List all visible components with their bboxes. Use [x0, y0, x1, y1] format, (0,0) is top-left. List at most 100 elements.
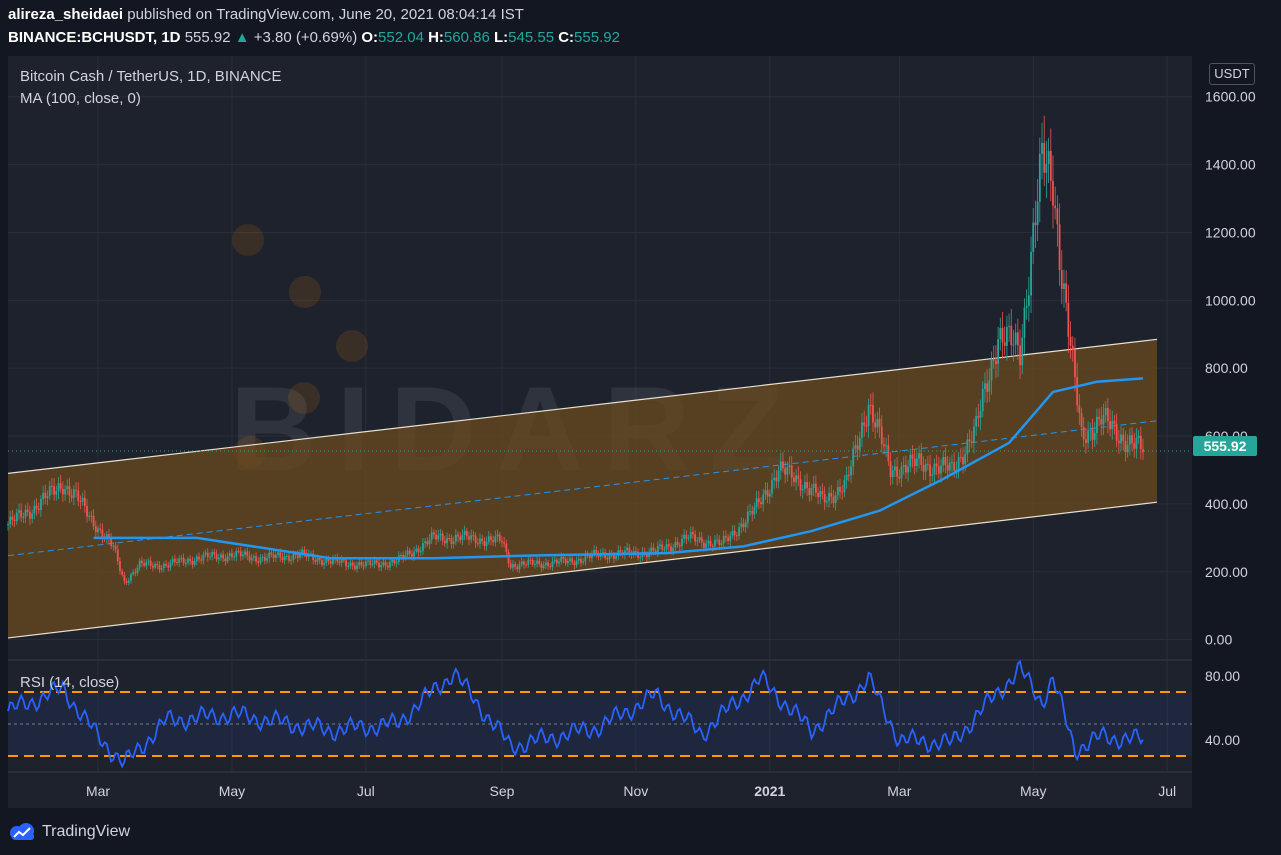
candle-body [136, 567, 139, 573]
candle-body [929, 464, 931, 476]
candle-body [711, 545, 714, 547]
candle-body [744, 522, 747, 528]
candle-body [171, 558, 174, 563]
candle-body [1056, 208, 1059, 225]
candle-body [206, 552, 209, 557]
candle-body [1089, 429, 1092, 431]
candle-body [894, 466, 896, 471]
candle-body [215, 554, 218, 560]
candle-body [169, 562, 172, 568]
candle-body [1137, 435, 1140, 439]
candle-body [922, 465, 925, 472]
candle-body [233, 556, 236, 558]
candle-body [1082, 427, 1085, 440]
candle-body [430, 532, 433, 540]
candle-body [957, 456, 960, 470]
candle-body [257, 561, 260, 563]
candle-body [57, 483, 60, 491]
candle-body [911, 454, 914, 459]
candle-body [584, 554, 587, 562]
candle-body [520, 561, 523, 565]
candle-body [634, 551, 637, 553]
candle-body [889, 461, 892, 478]
candle-body [1098, 416, 1100, 419]
candle-body [707, 540, 710, 544]
time-tick-label: Mar [86, 783, 110, 799]
candle-body [356, 565, 358, 570]
candle-body [380, 565, 383, 568]
candle-body [384, 562, 387, 566]
ma-legend[interactable]: MA (100, close, 0) [20, 90, 141, 107]
candle-body [731, 530, 734, 536]
candle-body [24, 509, 27, 517]
candle-body [162, 563, 165, 569]
candle-body [1030, 251, 1032, 296]
candle-body [94, 526, 97, 533]
candle-body [795, 475, 798, 483]
candle-body [753, 507, 756, 515]
candle-body [830, 492, 833, 497]
candle-body [237, 551, 240, 553]
candle-body [261, 556, 264, 558]
candle-body [878, 418, 881, 427]
candle-body [797, 475, 800, 480]
candle-body [481, 538, 484, 541]
candle-body [151, 565, 154, 568]
candle-body [766, 490, 769, 497]
candle-body [771, 480, 773, 494]
candle-body [876, 418, 879, 428]
candle-body [977, 415, 980, 418]
candle-body [566, 561, 569, 564]
candle-body [424, 541, 427, 544]
candle-body [981, 389, 984, 412]
candle-body [127, 580, 130, 583]
candle-body [790, 465, 793, 478]
candle-body [64, 489, 66, 495]
candle-body [202, 554, 205, 561]
candle-body [121, 570, 124, 575]
candle-body [762, 494, 765, 505]
candle-body [90, 515, 93, 517]
candle-body [775, 477, 778, 482]
rsi-legend[interactable]: RSI (14, close) [20, 674, 119, 691]
candle-body [400, 555, 402, 557]
candle-body [487, 536, 490, 542]
candle-body [130, 574, 132, 581]
candle-body [661, 544, 664, 550]
candle-body [915, 458, 918, 467]
price-chart[interactable]: BIDARZ 1600.001400.001200.001000.00800.0… [0, 0, 1281, 855]
candle-body [542, 565, 545, 569]
candle-body [659, 544, 661, 546]
candle-body [1047, 150, 1050, 164]
candle-body [189, 558, 192, 561]
candle-body [937, 466, 940, 474]
candle-body [79, 500, 82, 502]
candle-body [160, 568, 163, 570]
candle-body [722, 535, 725, 544]
candle-body [1091, 429, 1094, 440]
candle-body [83, 497, 86, 506]
tradingview-logo[interactable]: TradingView [8, 822, 130, 842]
candle-body [531, 559, 534, 565]
candle-body [716, 539, 719, 541]
tradingview-brand: TradingView [42, 823, 131, 840]
candle-body [689, 532, 692, 538]
candle-body [869, 404, 872, 406]
candle-body [338, 561, 341, 563]
candle-body [1135, 438, 1138, 449]
candle-body [801, 489, 804, 491]
candle-body [204, 552, 207, 555]
candle-body [498, 534, 501, 541]
candle-body [75, 489, 77, 491]
candle-body [724, 535, 727, 538]
currency-unit-button[interactable]: USDT [1209, 63, 1255, 85]
candle-body [577, 558, 580, 561]
candle-body [533, 563, 536, 565]
candle-body [742, 523, 745, 528]
candle-body [244, 551, 246, 555]
candle-body [1080, 413, 1083, 428]
candle-body [507, 551, 510, 564]
candle-body [821, 491, 824, 495]
candle-body [187, 558, 189, 563]
time-tick-label: Nov [623, 783, 648, 799]
